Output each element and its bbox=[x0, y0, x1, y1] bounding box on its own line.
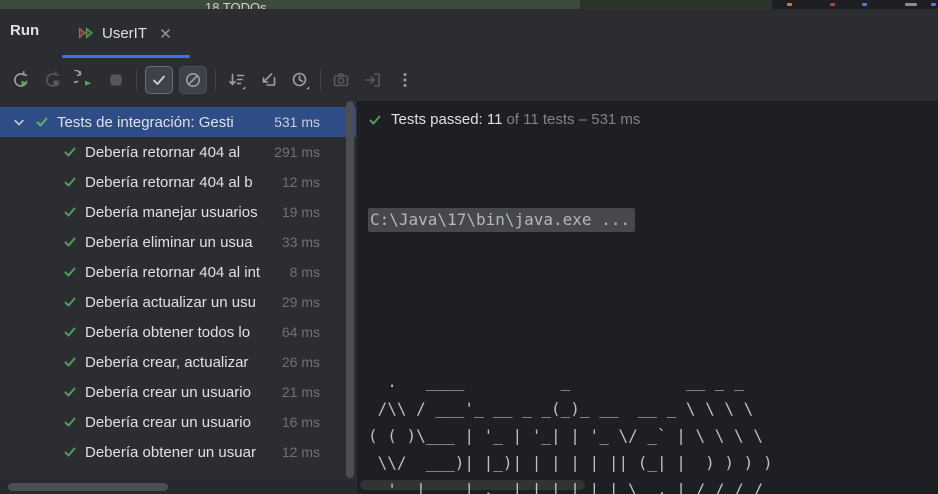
console-output: C:\Java\17\bin\java.exe ... . ____ _ __ … bbox=[357, 138, 938, 494]
run-tab-bar: Run UserIT bbox=[0, 9, 938, 60]
tree-row-test[interactable]: Debería actualizar un usu 29 ms bbox=[0, 287, 356, 317]
tool-window-title: Run bbox=[10, 22, 40, 39]
chevron-down-icon[interactable] bbox=[11, 114, 27, 130]
test-passed-icon bbox=[64, 237, 76, 247]
tree-row-test[interactable]: Debería obtener un usuar 12 ms bbox=[0, 437, 356, 467]
clipped-icon-dot bbox=[830, 3, 835, 6]
tests-passed-icon bbox=[369, 115, 381, 124]
show-ignored-toggle[interactable] bbox=[179, 66, 207, 94]
test-passed-icon bbox=[64, 387, 76, 397]
java-command-folded[interactable]: C:\Java\17\bin\java.exe ... bbox=[368, 208, 636, 232]
test-history-clock-icon[interactable] bbox=[288, 68, 312, 92]
tree-row-test[interactable]: Debería obtener todos lo 64 ms bbox=[0, 317, 356, 347]
tree-row-suite[interactable]: Tests de integración: Gesti 531 ms bbox=[0, 107, 356, 137]
test-tree-panel: Tests de integración: Gesti 531 ms Deber… bbox=[0, 101, 356, 494]
test-passed-icon bbox=[64, 147, 76, 157]
toolbar-separator bbox=[320, 70, 321, 90]
test-run-icon bbox=[78, 27, 94, 39]
test-label: Debería obtener un usuar bbox=[85, 443, 256, 461]
rerun-failed-icon[interactable] bbox=[40, 68, 64, 92]
run-toolbar bbox=[0, 60, 938, 100]
toolbar-separator bbox=[136, 70, 137, 90]
test-passed-icon bbox=[64, 207, 76, 217]
test-label: Debería manejar usuarios bbox=[85, 203, 258, 221]
test-passed-icon bbox=[64, 297, 76, 307]
test-label: Debería crear un usuario bbox=[85, 383, 251, 401]
stop-icon[interactable] bbox=[104, 68, 128, 92]
toggle-auto-test-icon[interactable] bbox=[72, 68, 96, 92]
clipped-icon-dot bbox=[862, 3, 867, 6]
tree-row-test[interactable]: Debería retornar 404 al b 12 ms bbox=[0, 167, 356, 197]
rerun-icon[interactable] bbox=[8, 68, 32, 92]
sort-icon[interactable] bbox=[224, 68, 248, 92]
toolbar-separator bbox=[215, 70, 216, 90]
editor-highlight-line-dark bbox=[580, 0, 772, 9]
test-passed-icon bbox=[64, 417, 76, 427]
test-duration: 291 ms bbox=[274, 144, 320, 160]
test-label: Debería actualizar un usu bbox=[85, 293, 256, 311]
test-label: Debería crear, actualizar bbox=[85, 353, 249, 371]
editor-highlight-line: 18 TODOs bbox=[0, 0, 580, 9]
console-panel: Tests passed: 11 of 11 tests – 531 ms C:… bbox=[357, 101, 938, 494]
spring-boot-banner: . ____ _ __ _ _ /\\ / ___'_ __ _ _(_)_ _… bbox=[368, 372, 773, 494]
tree-vertical-scrollbar[interactable] bbox=[345, 101, 355, 480]
active-tab-underline bbox=[62, 55, 190, 58]
tree-row-test[interactable]: Debería crear un usuario 16 ms bbox=[0, 407, 356, 437]
tree-horizontal-scrollbar[interactable] bbox=[0, 480, 356, 494]
test-label: Debería obtener todos lo bbox=[85, 323, 251, 341]
test-duration: 531 ms bbox=[274, 114, 320, 130]
tree-row-test[interactable]: Debería retornar 404 al int 8 ms bbox=[0, 257, 356, 287]
clipped-icon-dot bbox=[931, 3, 936, 6]
test-passed-icon bbox=[64, 447, 76, 457]
test-passed-icon bbox=[36, 117, 48, 127]
clipped-icon-dot bbox=[905, 3, 917, 6]
test-passed-icon bbox=[64, 177, 76, 187]
test-label: Debería retornar 404 al bbox=[85, 143, 241, 161]
down-left-arrow-icon[interactable] bbox=[256, 68, 280, 92]
export-icon[interactable] bbox=[361, 68, 385, 92]
test-suite-label: Tests de integración: Gesti bbox=[57, 113, 234, 131]
tests-summary-text: of 11 tests – 531 ms bbox=[506, 111, 641, 128]
test-passed-icon bbox=[64, 267, 76, 277]
tree-row-test[interactable]: Debería retornar 404 al 291 ms bbox=[0, 137, 356, 167]
close-icon[interactable] bbox=[159, 27, 172, 40]
test-passed-icon bbox=[64, 327, 76, 337]
test-label: Debería crear un usuario bbox=[85, 413, 251, 431]
console-horizontal-scrollbar[interactable] bbox=[360, 480, 585, 490]
tests-passed-count: Tests passed: 11 bbox=[391, 111, 503, 128]
tree-row-test[interactable]: Debería eliminar un usua 33 ms bbox=[0, 227, 356, 257]
show-passed-toggle[interactable] bbox=[145, 66, 173, 94]
clipped-editor-strip: 18 TODOs bbox=[0, 0, 938, 9]
tree-row-test[interactable]: Debería crear un usuario 21 ms bbox=[0, 377, 356, 407]
test-passed-icon bbox=[64, 357, 76, 367]
test-label: Debería retornar 404 al int bbox=[85, 263, 261, 281]
tree-row-test[interactable]: Debería crear, actualizar 26 ms bbox=[0, 347, 356, 377]
run-tool-window: 18 TODOs Run UserIT Tests de integración… bbox=[0, 0, 938, 494]
clipped-icon-dot bbox=[787, 3, 792, 6]
tab-userit[interactable]: UserIT bbox=[62, 9, 190, 57]
test-label: Debería retornar 404 al b bbox=[85, 173, 253, 191]
screenshot-camera-icon[interactable] bbox=[329, 68, 353, 92]
test-summary-bar: Tests passed: 11 of 11 tests – 531 ms bbox=[357, 101, 938, 138]
test-label: Debería eliminar un usua bbox=[85, 233, 253, 251]
tab-label: UserIT bbox=[102, 24, 147, 42]
tree-row-test[interactable]: Debería manejar usuarios 19 ms bbox=[0, 197, 356, 227]
more-options-icon[interactable] bbox=[393, 68, 417, 92]
clipped-editor-text: 18 TODOs bbox=[205, 0, 267, 9]
